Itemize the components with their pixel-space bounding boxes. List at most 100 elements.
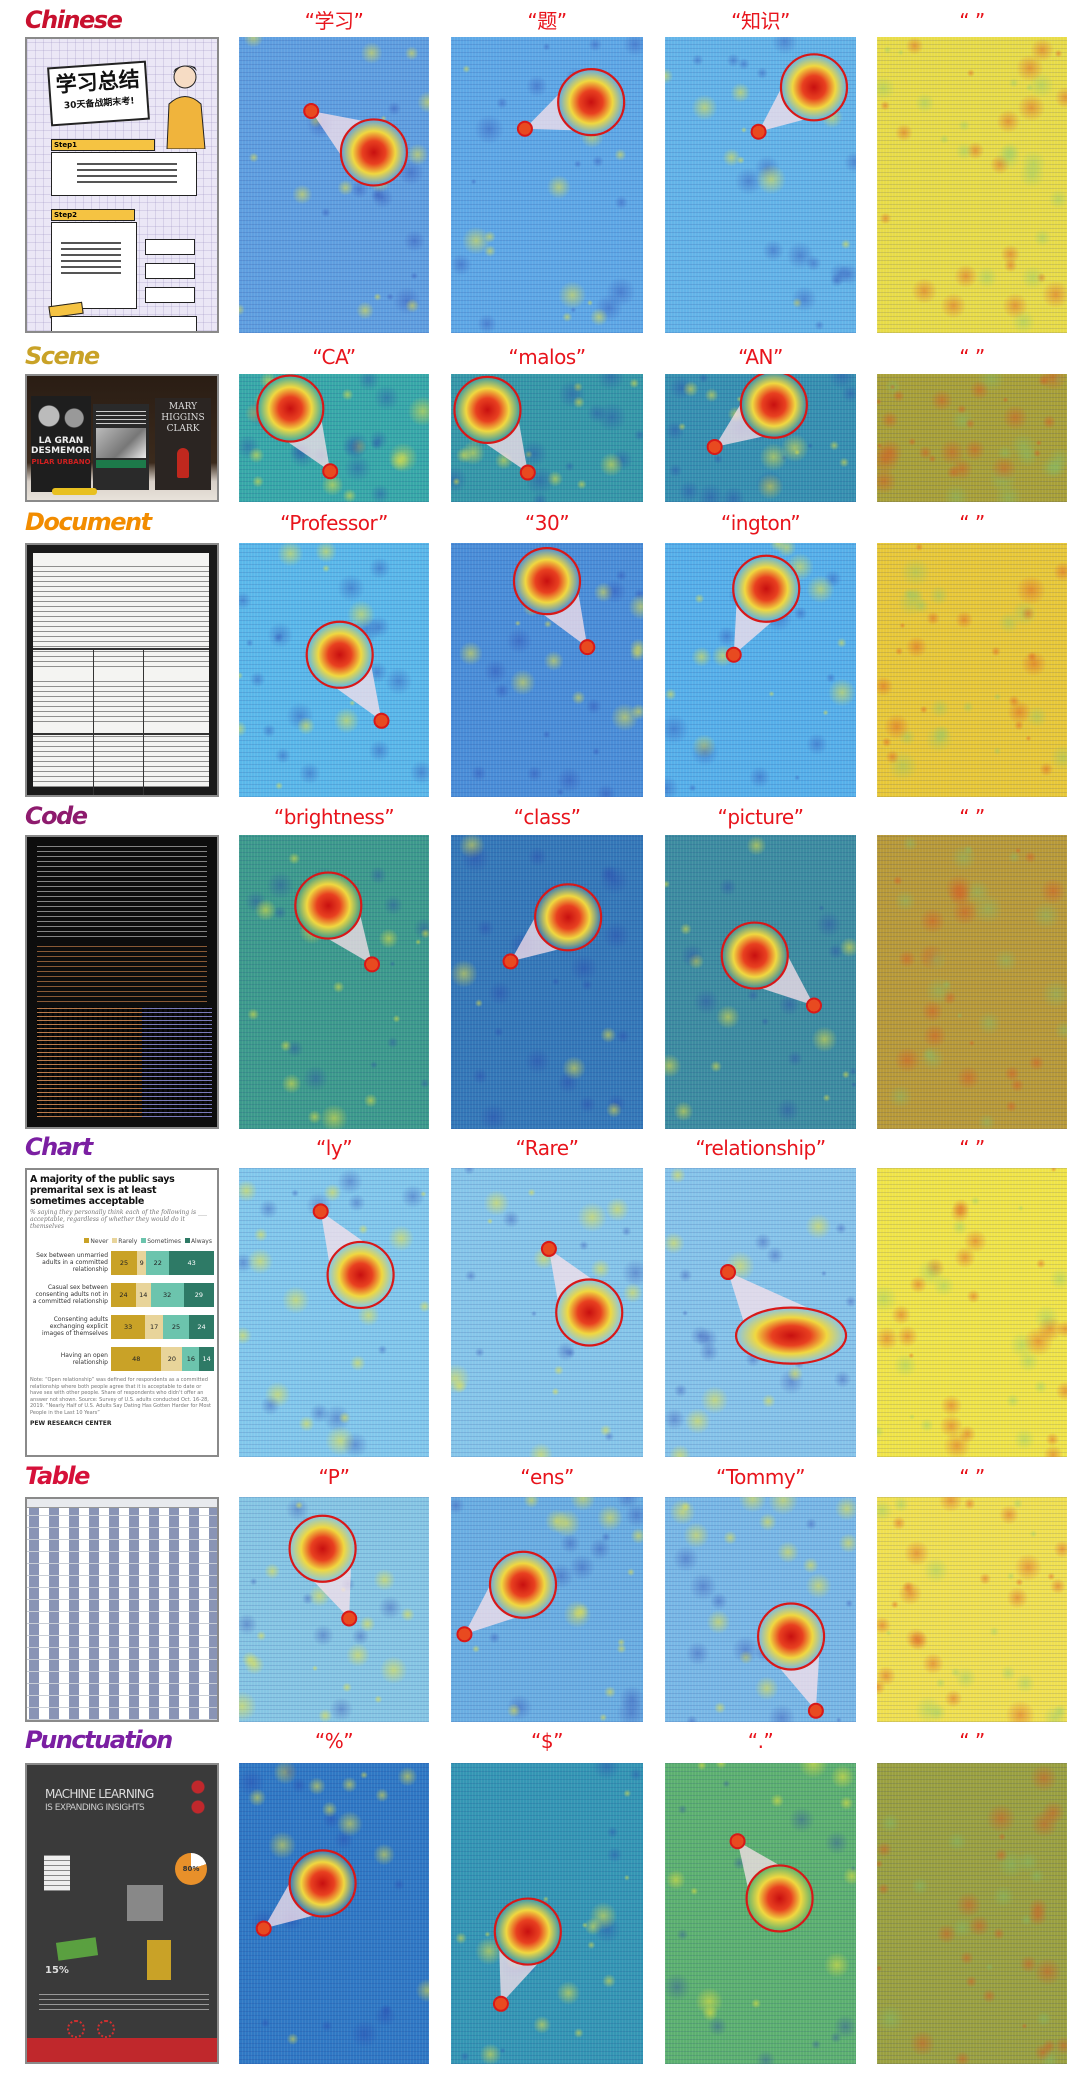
token-label: “relationship” — [695, 1136, 826, 1160]
token-label: “ ” — [959, 1729, 985, 1753]
attention-heatmap — [665, 37, 856, 333]
magnified-region-circle — [756, 1602, 826, 1671]
pie-stat: 80% — [175, 1853, 207, 1885]
book-author: MARY HIGGINS CLARK — [161, 402, 205, 434]
legend-swatch — [112, 1238, 118, 1243]
attention-heatmap — [877, 1497, 1067, 1722]
book-cover-1: LA GRAN DESMEMORIA PILAR URBANO — [31, 396, 91, 492]
attention-heatmap — [665, 835, 856, 1129]
chart-subtitle: % saying they personally think each of t… — [30, 1209, 208, 1230]
attention-heatmap — [877, 37, 1067, 333]
person-illustration-icon — [166, 65, 206, 149]
legend-swatch — [184, 1238, 190, 1243]
attention-heatmap — [451, 543, 643, 797]
attention-focus-circle — [725, 646, 742, 663]
magnifier-overlay — [720, 921, 822, 1014]
magnifier-overlay — [492, 1897, 562, 2012]
code-source-image — [25, 835, 219, 1129]
attention-heatmap — [451, 1168, 643, 1457]
magnified-region-circle — [739, 374, 808, 439]
magnifier-overlay — [453, 375, 536, 481]
category-label-code: Code — [25, 802, 88, 830]
attention-focus-circle — [255, 1920, 272, 1937]
category-label-scene: Scene — [25, 342, 100, 370]
bar-segment-always: 43 — [169, 1250, 214, 1275]
text-block — [39, 1990, 209, 2010]
chart-row-label: Consenting adults exchanging explicit im… — [42, 1316, 108, 1337]
attention-heatmap — [877, 1168, 1067, 1457]
magnifier-overlay — [750, 53, 849, 140]
bar-segment-never: 24 — [111, 1282, 136, 1307]
magnified-region-circle — [339, 118, 408, 187]
bar-segment-rarely: 14 — [135, 1282, 151, 1307]
book-cover-3: MARY HIGGINS CLARK — [155, 398, 211, 490]
list-item — [145, 263, 195, 279]
magnifier-overlay — [725, 554, 801, 663]
attention-heatmap — [451, 374, 643, 502]
magnifier-overlay — [512, 546, 596, 656]
attention-heatmap — [665, 543, 856, 797]
magnifier-overlay — [756, 1602, 826, 1719]
attention-focus-circle — [540, 1240, 557, 1257]
attention-focus-circle — [341, 1610, 358, 1627]
token-label: “30” — [524, 511, 570, 535]
virus-icon — [97, 2020, 115, 2038]
attention-heatmap — [239, 1497, 429, 1722]
magnifier-overlay — [720, 1264, 848, 1365]
legend-item: Always — [184, 1238, 212, 1245]
token-label: “brightness” — [273, 805, 395, 829]
chart-row: Having an open relationship 48 20 16 14 — [30, 1345, 214, 1372]
attention-focus-circle — [720, 1264, 737, 1281]
attention-heatmap — [877, 835, 1067, 1129]
step1-header: Step1 — [51, 139, 155, 151]
magnified-region-circle — [720, 921, 789, 990]
attention-heatmap — [877, 1763, 1067, 2064]
category-label-chart: Chart — [25, 1133, 93, 1161]
code-lines — [37, 842, 207, 937]
magnifier-overlay — [312, 1203, 395, 1310]
bar-segment-sometimes: 16 — [182, 1346, 200, 1371]
building-icon — [147, 1940, 171, 1980]
attention-heatmap — [451, 1763, 643, 2064]
calendar-icon — [44, 1855, 70, 1891]
legend-label: Rarely — [118, 1238, 138, 1245]
magnified-region-circle — [534, 883, 603, 952]
code-lines — [142, 1007, 212, 1117]
magnified-region-circle — [732, 554, 801, 623]
token-label: “ ” — [959, 511, 985, 535]
table-source-image — [25, 1497, 219, 1722]
attention-focus-circle — [303, 103, 320, 119]
document-source-image — [25, 543, 219, 797]
infographic-subtitle: IS EXPANDING INSIGHTS — [45, 1803, 145, 1813]
token-label: “Professor” — [280, 511, 388, 535]
chart-row-label: Having an open relationship — [60, 1351, 108, 1366]
person-at-laptop-icon — [127, 1885, 163, 1921]
chart-source: PEW RESEARCH CENTER — [30, 1420, 112, 1427]
attention-heatmap — [877, 374, 1067, 502]
attention-focus-circle — [373, 712, 390, 729]
magnifier-overlay — [288, 1514, 358, 1627]
code-lines — [37, 942, 207, 1002]
token-label: “.” — [747, 1729, 774, 1753]
magnified-region-circle — [256, 374, 325, 443]
summary-box — [51, 316, 197, 331]
infographic-source-image: MACHINE LEARNING IS EXPANDING INSIGHTS 8… — [25, 1763, 219, 2064]
token-label: “class” — [513, 805, 581, 829]
token-label: “ington” — [720, 511, 801, 535]
token-label: “ ” — [959, 805, 985, 829]
bar-segment-rarely: 17 — [145, 1314, 163, 1339]
attention-heatmap — [877, 543, 1067, 797]
token-label: “Tommy” — [715, 1465, 806, 1489]
attention-focus-circle — [706, 438, 723, 455]
chart-bars: Sex between unmarried adults in a commit… — [30, 1249, 214, 1372]
poster-title-box: 学习总结 30天备战期末考! — [47, 60, 150, 127]
attention-focus-circle — [519, 464, 536, 481]
magnifier-overlay — [294, 871, 380, 973]
attention-focus-circle — [579, 639, 596, 656]
magnifier-overlay — [516, 68, 626, 137]
bar-segment-never: 25 — [111, 1250, 137, 1275]
legend-label: Never — [90, 1238, 109, 1245]
book-title: LA GRAN DESMEMORIA — [31, 436, 91, 456]
category-label-punctuation: Punctuation — [25, 1726, 173, 1754]
table-header — [27, 1499, 217, 1508]
